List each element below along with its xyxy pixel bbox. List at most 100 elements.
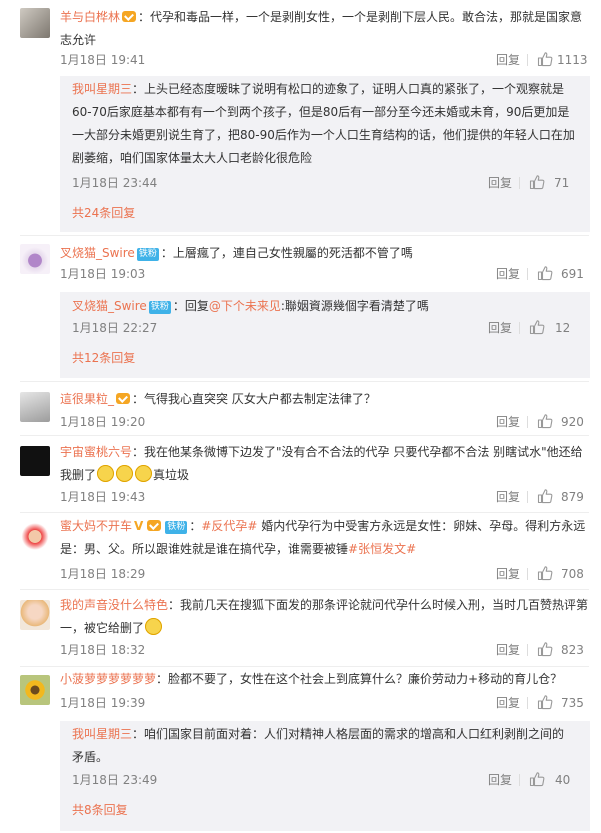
like-count: 12 xyxy=(555,321,571,335)
divider xyxy=(527,54,528,66)
comment-body: ：上層瘋了，連自己女性親屬的死活都不管了嗎 xyxy=(160,246,413,260)
like-count: 735 xyxy=(561,696,584,710)
like-count: 879 xyxy=(561,490,584,504)
avatar[interactable] xyxy=(20,600,50,630)
username[interactable]: 這很果粒_ xyxy=(60,392,114,406)
reply-button[interactable]: 回复 xyxy=(496,693,520,713)
reply-text: 叉烧猫_Swire 铁粉 ：回复@下个未来见:聯姻資源幾個字看清楚了嗎 xyxy=(72,295,576,318)
reply-button[interactable]: 回复 xyxy=(488,318,512,338)
comment-text: 這很果粒_ ：气得我心直突突 仄女大户都去制定法律了？ xyxy=(60,388,589,411)
divider xyxy=(519,774,520,786)
more-replies-link[interactable]: 共8条回复 xyxy=(72,801,128,818)
like-icon[interactable] xyxy=(537,694,553,710)
like-icon[interactable] xyxy=(537,265,553,281)
reply-text: 我叫星期三：咱们国家目前面对着：人们对精神人格层面的需求的增高和人口红利剥削之间… xyxy=(72,723,576,769)
reply-username[interactable]: 我叫星期三 xyxy=(72,82,132,96)
reply-username[interactable]: 叉烧猫_Swire xyxy=(72,299,147,313)
laugh-emoji-icon xyxy=(97,465,115,482)
reply-username[interactable]: 我叫星期三 xyxy=(72,727,132,741)
reply-body-prefix: ：回复 xyxy=(172,299,209,313)
like-count: 71 xyxy=(554,176,570,190)
timestamp: 1月18日 19:20 xyxy=(60,415,146,429)
comment: 我的声音没什么特色：我前几天在搜狐下面发的那条评论就问代孕什么时候入刑，当时几百… xyxy=(0,590,601,666)
like-icon[interactable] xyxy=(537,641,553,657)
timestamp: 1月18日 19:39 xyxy=(60,696,146,710)
timestamp: 1月18日 23:49 xyxy=(72,773,158,787)
sub-reply-box: 我叫星期三：咱们国家目前面对着：人们对精神人格层面的需求的增高和人口红利剥削之间… xyxy=(60,721,590,831)
comment: 羊与白桦林 ：代孕和毒品一样，一个是剥削女性，一个是剥削下层人民。敢合法，那就是国… xyxy=(0,0,601,232)
comment-text: 小菠萝萝萝萝萝萝：脸都不要了，女性在这个社会上到底算什么？廉价劳动力+移动的育儿… xyxy=(60,668,589,691)
comment: 叉烧猫_Swire 铁粉 ：上層瘋了，連自己女性親屬的死活都不管了嗎 1月18日 1… xyxy=(0,236,601,380)
like-count: 920 xyxy=(561,415,584,429)
reply-body: :聯姻資源幾個字看清楚了嗎 xyxy=(280,299,429,313)
hashtag-link[interactable]: #张恒发文# xyxy=(348,542,416,556)
divider xyxy=(527,416,528,428)
comment-text: 宇宙蜜桃六号：我在他某条微博下边发了"没有合不合法的代孕 只要代孕都不合法 别瞎… xyxy=(60,441,589,487)
timestamp: 1月18日 19:41 xyxy=(60,53,146,67)
like-icon[interactable] xyxy=(537,413,553,429)
reply-button[interactable]: 回复 xyxy=(488,173,512,193)
comment-meta: 1月18日 19:03 回复 691 xyxy=(0,264,601,284)
comment: 蜜大妈不开车 V 铁粉 ：#反代孕# 婚内代孕行为中受害方永远是女性：卵妹、孕母。得利… xyxy=(0,513,601,589)
comment: 這很果粒_ ：气得我心直突突 仄女大户都去制定法律了？ 1月18日 19:20 回… xyxy=(0,382,601,434)
reply-meta: 1月18日 22:27 回复 12 xyxy=(60,318,590,338)
reply-button[interactable]: 回复 xyxy=(488,770,512,790)
username[interactable]: 宇宙蜜桃六号 xyxy=(60,445,132,459)
reply-button[interactable]: 回复 xyxy=(496,412,520,432)
divider xyxy=(527,491,528,503)
avatar[interactable] xyxy=(20,446,50,476)
reply-button[interactable]: 回复 xyxy=(496,640,520,660)
vip-icon xyxy=(147,520,162,531)
laugh-emoji-icon xyxy=(116,465,134,482)
username[interactable]: 我的声音没什么特色 xyxy=(60,598,168,612)
avatar[interactable] xyxy=(20,523,50,553)
reply-text: 我叫星期三：上头已经态度暧昧了说明有松口的迹象了，证明人口真的紧张了，一个观察就… xyxy=(72,78,576,170)
reply-button[interactable]: 回复 xyxy=(496,564,520,584)
sub-reply-box: 我叫星期三：上头已经态度暧昧了说明有松口的迹象了，证明人口真的紧张了，一个观察就… xyxy=(60,76,590,232)
comment-text: 叉烧猫_Swire 铁粉 ：上層瘋了，連自己女性親屬的死活都不管了嗎 xyxy=(60,242,589,265)
like-icon[interactable] xyxy=(529,319,545,335)
like-count: 40 xyxy=(555,773,571,787)
username[interactable]: 叉烧猫_Swire xyxy=(60,246,135,260)
username[interactable]: 小菠萝萝萝萝萝萝 xyxy=(60,672,156,686)
comment: 宇宙蜜桃六号：我在他某条微博下边发了"没有合不合法的代孕 只要代孕都不合法 别瞎… xyxy=(0,436,601,512)
comment-body: ：气得我心直突突 仄女大户都去制定法律了？ xyxy=(132,392,376,406)
comment-meta: 1月18日 18:32 回复 823 xyxy=(0,640,601,660)
hashtag-link[interactable]: #反代孕# xyxy=(201,519,257,533)
more-replies-link[interactable]: 共12条回复 xyxy=(72,349,135,366)
reply-button[interactable]: 回复 xyxy=(496,264,520,284)
like-icon[interactable] xyxy=(529,174,545,190)
mention-link[interactable]: @下个未来见 xyxy=(209,299,281,313)
comment-meta: 1月18日 18:29 回复 708 xyxy=(0,564,601,584)
username[interactable]: 羊与白桦林 xyxy=(60,10,120,24)
like-count: 708 xyxy=(561,567,584,581)
comment-body: ：脸都不要了，女性在这个社会上到底算什么？廉价劳动力+移动的育儿仓？ xyxy=(156,672,563,686)
reply-meta: 1月18日 23:49 回复 40 xyxy=(60,770,590,790)
reply-button[interactable]: 回复 xyxy=(496,50,520,70)
like-icon[interactable] xyxy=(537,51,553,67)
divider xyxy=(527,568,528,580)
vip-icon xyxy=(116,393,131,404)
reply-button[interactable]: 回复 xyxy=(496,487,520,507)
more-replies-link[interactable]: 共24条回复 xyxy=(72,204,135,221)
comment-text: 我的声音没什么特色：我前几天在搜狐下面发的那条评论就问代孕什么时候入刑，当时几百… xyxy=(60,594,589,640)
timestamp: 1月18日 18:32 xyxy=(60,643,146,657)
avatar[interactable] xyxy=(20,8,50,38)
comment-meta: 1月18日 19:41 回复 1113 xyxy=(0,50,601,70)
timestamp: 1月18日 19:43 xyxy=(60,490,146,504)
comment-meta: 1月18日 19:43 回复 879 xyxy=(0,487,601,507)
timestamp: 1月18日 22:27 xyxy=(72,321,158,335)
like-icon[interactable] xyxy=(537,565,553,581)
like-icon[interactable] xyxy=(529,771,545,787)
reply-body: ：咱们国家目前面对着：人们对精神人格层面的需求的增高和人口红利剥削之间的矛盾。 xyxy=(72,727,565,764)
username[interactable]: 蜜大妈不开车 xyxy=(60,519,132,533)
comment-body-end: 真垃圾 xyxy=(153,468,190,482)
fan-badge: 铁粉 xyxy=(165,521,188,534)
like-icon[interactable] xyxy=(537,488,553,504)
vip-icon xyxy=(122,11,137,22)
comment-meta: 1月18日 19:20 回复 920 xyxy=(0,412,601,432)
fan-badge: 铁粉 xyxy=(148,301,171,314)
reply-meta: 1月18日 23:44 回复 71 xyxy=(60,173,590,193)
like-count: 823 xyxy=(561,643,584,657)
timestamp: 1月18日 23:44 xyxy=(72,176,158,190)
